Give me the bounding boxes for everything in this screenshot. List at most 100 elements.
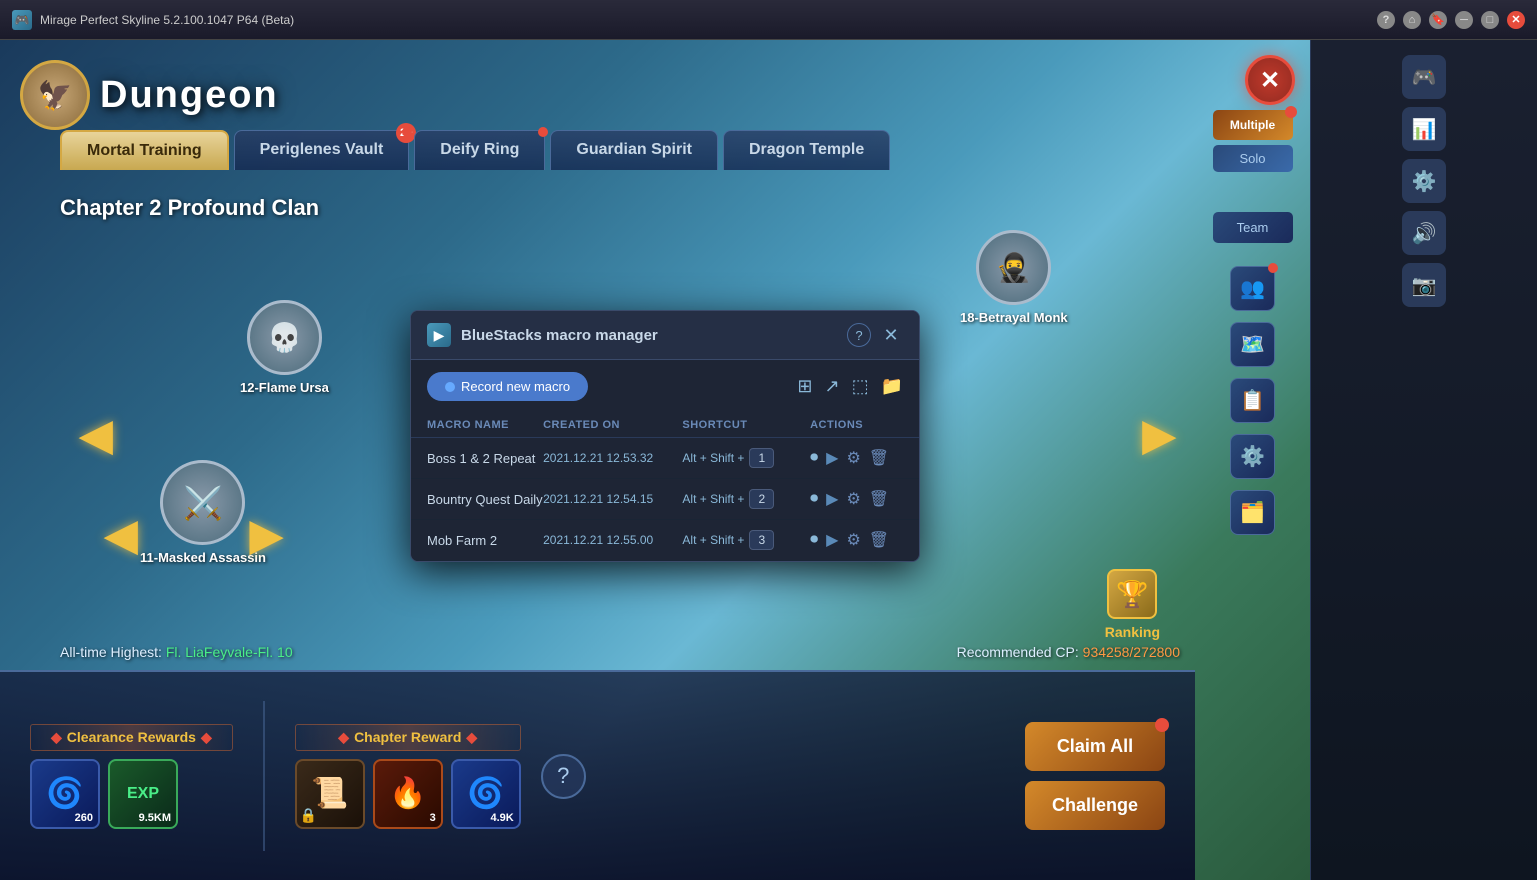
macro-shortcut-2: Alt + Shift + 2 <box>682 489 810 509</box>
macro-toolbar: Record new macro ⊞ ↗ ⬚ 📁 <box>411 360 919 413</box>
reward-count-exp: 9.5KM <box>139 812 171 824</box>
boss-masked-assassin[interactable]: ⚔️ 11-Masked Assassin <box>140 460 266 565</box>
macro-play-2[interactable]: ▶ <box>826 489 838 509</box>
bs-icon-2[interactable]: 📊 <box>1402 107 1446 151</box>
macro-manager-dialog: ▶ BlueStacks macro manager ? ✕ Record ne… <box>410 310 920 562</box>
all-time-highest: All-time Highest: Fl. LiaFeyvale-Fl. 10 <box>60 644 293 660</box>
window-close-button[interactable]: ✕ <box>1507 11 1525 29</box>
macro-table-header: MACRO NAME CREATED ON SHORTCUT ACTIONS <box>411 413 919 438</box>
boss-betrayal-monk[interactable]: 🥷 18-Betrayal Monk <box>960 230 1068 325</box>
ranking-button[interactable]: 🏆 Ranking <box>1105 569 1160 640</box>
question-button[interactable]: ? <box>541 754 586 799</box>
macro-delete-1[interactable]: 🗑 <box>869 448 889 468</box>
macro-table: Boss 1 & 2 Repeat 2021.12.21 12.53.32 Al… <box>411 438 919 561</box>
multiple-button[interactable]: Multiple <box>1213 110 1293 140</box>
record-new-macro-button[interactable]: Record new macro <box>427 372 588 401</box>
macro-actions-1: ⏺ ▶ ⚙ 🗑 <box>810 448 903 468</box>
tab-dragon-temple[interactable]: Dragon Temple <box>723 130 890 170</box>
col-macro-name: MACRO NAME <box>427 419 543 431</box>
bs-icon-5[interactable]: 📷 <box>1402 263 1446 307</box>
macro-grid-icon[interactable]: ⊞ <box>797 376 812 397</box>
macro-row-1: Boss 1 & 2 Repeat 2021.12.21 12.53.32 Al… <box>411 438 919 479</box>
solo-button[interactable]: Solo <box>1213 145 1293 172</box>
macro-shortcut-3: Alt + Shift + 3 <box>682 530 810 550</box>
macro-folder-icon[interactable]: 📁 <box>881 376 903 397</box>
col-actions: ACTIONS <box>810 419 903 431</box>
macro-dialog-title: BlueStacks macro manager <box>461 327 847 344</box>
macro-record-3[interactable]: ⏺ <box>810 531 818 549</box>
bookmark-button[interactable]: 🔖 <box>1429 11 1447 29</box>
side-nav-icon-2[interactable]: 🗺️ <box>1230 322 1275 367</box>
macro-record-1[interactable]: ⏺ <box>810 449 818 467</box>
macro-help-button[interactable]: ? <box>847 323 871 347</box>
shortcut-key-3: 3 <box>749 530 774 550</box>
record-dot-icon <box>445 382 455 392</box>
challenge-button[interactable]: Challenge <box>1025 781 1165 830</box>
minimize-button[interactable]: ─ <box>1455 11 1473 29</box>
reward-item-swirl: 🌀 260 <box>30 759 100 829</box>
reward-count-3: 3 <box>430 812 436 824</box>
chapter-reward-scroll: 📜 🔒 <box>295 759 365 829</box>
macro-play-3[interactable]: ▶ <box>826 530 838 550</box>
side-nav-icon-4[interactable]: ⚙️ <box>1230 434 1275 479</box>
tabs-container: Mortal Training Periglenes Vault 2+ Deif… <box>60 130 890 170</box>
tab-mortal-training[interactable]: Mortal Training <box>60 130 229 170</box>
macro-import-icon[interactable]: ⬚ <box>852 376 869 397</box>
chapter-heading: Chapter 2 Profound Clan <box>60 195 319 221</box>
home-button[interactable]: ⌂ <box>1403 11 1421 29</box>
macro-name-3: Mob Farm 2 <box>427 533 543 548</box>
tab-deify-ring[interactable]: Deify Ring <box>414 130 545 170</box>
team-button[interactable]: Team <box>1213 212 1293 243</box>
macro-settings-1[interactable]: ⚙ <box>846 448 860 468</box>
app-icon: 🎮 <box>12 10 32 30</box>
macro-settings-2[interactable]: ⚙ <box>846 489 860 509</box>
shortcut-key-1: 1 <box>749 448 774 468</box>
ranking-icon: 🏆 <box>1107 569 1157 619</box>
chapter-reward-swirl: 🌀 4.9K <box>451 759 521 829</box>
help-button[interactable]: ? <box>1377 11 1395 29</box>
macro-record-2[interactable]: ⏺ <box>810 490 818 508</box>
macro-date-2: 2021.12.21 12.54.15 <box>543 492 682 506</box>
bs-icon-1[interactable]: 🎮 <box>1402 55 1446 99</box>
side-nav-icon-1[interactable]: 👥 <box>1230 266 1275 311</box>
dungeon-title: Dungeon <box>100 74 279 117</box>
macro-delete-2[interactable]: 🗑 <box>869 489 889 509</box>
side-nav-icon-3[interactable]: 📋 <box>1230 378 1275 423</box>
chapter-reward-label: Chapter Reward <box>295 724 521 751</box>
clearance-rewards-section: Clearance Rewards 🌀 260 EXP 9.5KM <box>30 724 233 829</box>
deify-dot <box>538 127 548 137</box>
side-nav-icon-5[interactable]: 🗂️ <box>1230 490 1275 535</box>
nav-arrow-left-top[interactable]: ◀ <box>80 410 112 459</box>
bs-icon-3[interactable]: ⚙️ <box>1402 159 1446 203</box>
reward-item-exp: EXP 9.5KM <box>108 759 178 829</box>
shortcut-key-2: 2 <box>749 489 774 509</box>
nav-arrow-right-bottom[interactable]: ▶ <box>250 510 282 559</box>
nav-arrow-left-bottom[interactable]: ◀ <box>105 510 137 559</box>
tab-periglenes-vault[interactable]: Periglenes Vault 2+ <box>234 130 410 170</box>
macro-delete-3[interactable]: 🗑 <box>869 530 889 550</box>
macro-date-1: 2021.12.21 12.53.32 <box>543 451 682 465</box>
macro-play-1[interactable]: ▶ <box>826 448 838 468</box>
app-title: Mirage Perfect Skyline 5.2.100.1047 P64 … <box>40 13 1377 27</box>
claim-all-button[interactable]: Claim All <box>1025 722 1165 771</box>
macro-export-icon[interactable]: ↗ <box>824 376 839 397</box>
tab-guardian-spirit[interactable]: Guardian Spirit <box>550 130 718 170</box>
macro-settings-3[interactable]: ⚙ <box>846 530 860 550</box>
nav-arrow-right-top[interactable]: ▶ <box>1143 410 1175 459</box>
maximize-button[interactable]: □ <box>1481 11 1499 29</box>
ranking-text: Ranking <box>1105 624 1160 640</box>
bs-icon-4[interactable]: 🔊 <box>1402 211 1446 255</box>
macro-shortcut-1: Alt + Shift + 1 <box>682 448 810 468</box>
chapter-reward-items: 📜 🔒 🔥 3 🌀 4.9K <box>295 759 521 829</box>
side-nav-dot-1 <box>1268 263 1278 273</box>
col-created-on: CREATED ON <box>543 419 682 431</box>
macro-close-button[interactable]: ✕ <box>879 323 903 347</box>
macro-name-1: Boss 1 & 2 Repeat <box>427 451 543 466</box>
macro-actions-2: ⏺ ▶ ⚙ 🗑 <box>810 489 903 509</box>
reward-count-260: 260 <box>75 812 93 824</box>
boss-flame-ursa[interactable]: 💀 12-Flame Ursa <box>240 300 329 395</box>
rewards-area: Clearance Rewards 🌀 260 EXP 9.5KM Chapte… <box>0 670 1195 880</box>
separator-1 <box>263 701 265 851</box>
macro-dialog-icon: ▶ <box>427 323 451 347</box>
macro-name-2: Bountry Quest Daily <box>427 492 543 507</box>
